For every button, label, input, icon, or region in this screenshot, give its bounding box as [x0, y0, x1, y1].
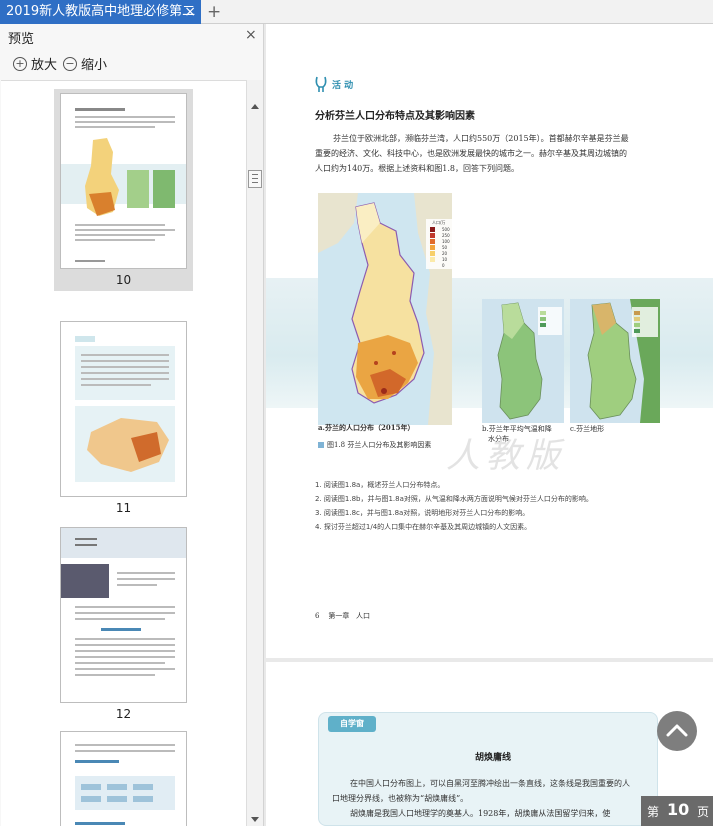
thumbnail-page-10[interactable] — [60, 93, 187, 269]
thumbnail-label-11: 11 — [115, 501, 132, 515]
map-terrain — [570, 299, 660, 423]
page-footer: 6 第一章 人口 — [315, 612, 371, 620]
self-study-label: 自学窗 — [328, 716, 376, 732]
thumbnail-page-10-image — [61, 108, 186, 262]
panel-title: 预览 — [8, 32, 35, 47]
tab-close-icon[interactable]: × — [184, 0, 196, 24]
page-indicator-number: 10 — [667, 800, 690, 819]
scroll-up-icon[interactable] — [251, 104, 259, 109]
zoom-in-icon: + — [13, 56, 27, 71]
chevron-up-icon — [666, 724, 688, 737]
self-study-line: 胡焕庸是我国人口地理学的奠基人。1928年，胡焕庸从法国留学归来，使 — [350, 809, 611, 818]
document-tab[interactable]: 2019新人教版高中地理必修第二 × — [0, 0, 201, 24]
question-item: 2. 阅读图1.8b，并与图1.8a对照，从气温和降水两方面说明气候对芬兰人口分… — [315, 495, 593, 503]
thumbnail-page-13-image — [75, 744, 175, 825]
thumbnail-label-12: 12 — [115, 707, 132, 721]
thumbnail-page-11-image — [75, 336, 175, 482]
tab-bar: 2019新人教版高中地理必修第二 × + — [0, 0, 713, 24]
panel-close-icon[interactable]: × — [245, 27, 257, 43]
page-heading: 分析芬兰人口分布特点及其影响因素 — [315, 111, 475, 122]
page-indicator: 第 10 页 — [641, 796, 713, 826]
question-list: 1. 阅读图1.8a，概述芬兰人口分布特点。 2. 阅读图1.8b，并与图1.8… — [315, 478, 593, 534]
self-study-text: 在中国人口分布图上，可以自黑河至腾冲绘出一条直线，这条线是我国重要的人 口地理分… — [332, 776, 630, 821]
self-study-title: 胡焕庸线 — [475, 753, 512, 763]
legend-title: 人口/万 — [432, 220, 446, 225]
thumbnail-list: 10 11 12 — [1, 80, 246, 826]
activity-icon — [315, 76, 327, 92]
map-climate — [482, 299, 564, 423]
map-c-caption: c.芬兰地形 — [570, 425, 605, 433]
thumbnail-page-11[interactable] — [60, 321, 187, 497]
self-study-line: 在中国人口分布图上，可以自黑河至腾冲绘出一条直线，这条线是我国重要的人 — [350, 779, 630, 788]
activity-label: 活 动 — [332, 81, 354, 91]
preview-panel: 预览 × + 放大 − 缩小 10 11 12 — [0, 24, 264, 826]
map-a-caption: a.芬兰的人口分布（2015年） — [318, 423, 415, 432]
figure-caption-marker — [318, 442, 324, 448]
zoom-out-label: 缩小 — [81, 58, 108, 73]
legend-value: 0 — [442, 263, 445, 268]
figure-caption: 图1.8 芬兰人口分布及其影响因素 — [327, 441, 432, 449]
thumbnail-page-12[interactable] — [60, 527, 187, 703]
thumbnail-scrollbar[interactable] — [246, 80, 263, 826]
zoom-out-button[interactable]: − 缩小 — [63, 54, 107, 73]
thumbnail-page-12-image — [61, 528, 186, 676]
legend-values: 500 250 100 50 20 10 0 — [442, 227, 450, 269]
zoom-out-icon: − — [63, 56, 77, 71]
back-to-top-button[interactable] — [657, 711, 697, 751]
intro-line-3: 人口约为140万。根据上述资料和图1.8，回答下列问题。 — [315, 164, 519, 173]
scroll-thumb[interactable] — [248, 170, 262, 188]
document-tab-title: 2019新人教版高中地理必修第二 — [6, 4, 196, 19]
self-study-line: 口地理分界线，也被称为“胡焕庸线”。 — [332, 794, 469, 803]
map-population-distribution — [318, 193, 452, 425]
zoom-in-button[interactable]: + 放大 — [13, 54, 57, 73]
thumbnail-page-13[interactable] — [60, 731, 187, 826]
document-page: 活 动 分析芬兰人口分布特点及其影响因素 芬兰位于欧洲北部，濒临芬兰湾，人口约5… — [266, 24, 713, 658]
add-tab-icon[interactable]: + — [207, 1, 221, 23]
page-indicator-suffix: 页 — [697, 805, 710, 819]
scroll-down-icon[interactable] — [251, 817, 259, 822]
question-item: 4. 探讨芬兰超过1/4的人口集中在赫尔辛基及其周边城镇的人文因素。 — [315, 523, 532, 531]
thumbnail-label-10: 10 — [115, 273, 132, 287]
intro-line-1: 芬兰位于欧洲北部，濒临芬兰湾，人口约550万（2015年）。首都赫尔辛基是芬兰最 — [333, 134, 629, 143]
question-item: 1. 阅读图1.8a，概述芬兰人口分布特点。 — [315, 481, 445, 489]
intro-paragraph: 芬兰位于欧洲北部，濒临芬兰湾，人口约550万（2015年）。首都赫尔辛基是芬兰最… — [315, 131, 665, 176]
zoom-in-label: 放大 — [31, 58, 58, 73]
intro-line-2: 重要的经济、文化、科技中心，也是欧洲发展最快的城市之一。赫尔辛基及其周边城镇的 — [315, 149, 627, 158]
page-indicator-prefix: 第 — [647, 805, 660, 819]
watermark: 人教版 — [446, 436, 566, 476]
question-item: 3. 阅读图1.8c，并与图1.8a对照，说明地形对芬兰人口分布的影响。 — [315, 509, 530, 517]
